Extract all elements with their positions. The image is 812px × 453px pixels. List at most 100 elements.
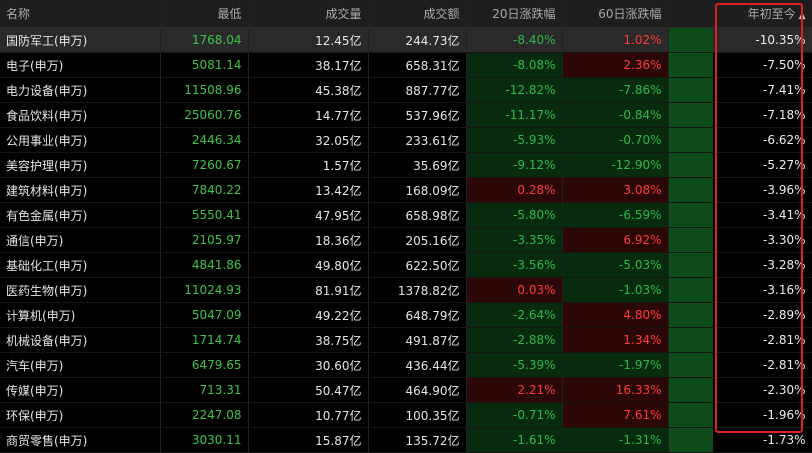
row-turnover: 135.72亿 [368, 427, 467, 453]
row-chg60: -0.84% [562, 102, 669, 128]
row-volume: 49.22亿 [248, 302, 369, 328]
column-header-chg20[interactable]: 20日涨跌幅 [466, 0, 563, 28]
row-ytd: -7.18% [713, 102, 812, 128]
row-name: 电子(申万) [0, 52, 161, 78]
row-name: 环保(申万) [0, 402, 161, 428]
row-turnover: 537.96亿 [368, 102, 467, 128]
row-low: 25060.76 [160, 102, 249, 128]
table-row[interactable]: 国防军工(申万) 1768.04 12.45亿 244.73亿 -8.40% 1.02% -… [0, 27, 812, 53]
row-volume: 12.45亿 [248, 27, 369, 53]
row-chg20: -3.56% [466, 252, 563, 278]
row-turnover: 622.50亿 [368, 252, 467, 278]
row-ytd: -2.81% [713, 327, 812, 353]
row-chg20: -0.71% [466, 402, 563, 428]
table-row[interactable]: 机械设备(申万) 1714.74 38.75亿 491.87亿 -2.88% 1.34% -… [0, 327, 812, 353]
row-spacer [668, 177, 713, 203]
row-volume: 18.36亿 [248, 227, 369, 253]
row-turnover: 491.87亿 [368, 327, 467, 353]
row-low: 5550.41 [160, 202, 249, 228]
row-chg60: -5.03% [562, 252, 669, 278]
row-volume: 50.47亿 [248, 377, 369, 403]
row-low: 713.31 [160, 377, 249, 403]
row-turnover: 887.77亿 [368, 77, 467, 103]
row-chg20: -5.93% [466, 127, 563, 153]
table-row[interactable]: 医药生物(申万) 11024.93 81.91亿 1378.82亿 0.03% -1.03… [0, 277, 812, 303]
row-turnover: 1378.82亿 [368, 277, 467, 303]
row-low: 3030.11 [160, 427, 249, 453]
table-row[interactable]: 有色金属(申万) 5550.41 47.95亿 658.98亿 -5.80% -6.59%… [0, 202, 812, 228]
row-chg20: -9.12% [466, 152, 563, 178]
row-name: 机械设备(申万) [0, 327, 161, 353]
row-name: 医药生物(申万) [0, 277, 161, 303]
table-row[interactable]: 传媒(申万) 713.31 50.47亿 464.90亿 2.21% 16.33% -2.3… [0, 377, 812, 403]
table-row[interactable]: 计算机(申万) 5047.09 49.22亿 648.79亿 -2.64% 4.80% -2… [0, 302, 812, 328]
row-spacer [668, 52, 713, 78]
row-volume: 45.38亿 [248, 77, 369, 103]
row-volume: 32.05亿 [248, 127, 369, 153]
row-low: 6479.65 [160, 352, 249, 378]
quote-table: 名称 最低 成交量 成交额 20日涨跌幅 60日涨跌幅 年初至今 ▲ 国防军工(申… [0, 0, 812, 453]
row-spacer [668, 227, 713, 253]
row-chg60: 2.36% [562, 52, 669, 78]
row-ytd: -6.62% [713, 127, 812, 153]
row-spacer [668, 352, 713, 378]
table-row[interactable]: 电力设备(申万) 11508.96 45.38亿 887.77亿 -12.82% -7.8… [0, 77, 812, 103]
row-low: 11024.93 [160, 277, 249, 303]
row-chg20: -2.88% [466, 327, 563, 353]
row-low: 7840.22 [160, 177, 249, 203]
row-ytd: -7.50% [713, 52, 812, 78]
row-chg20: -5.39% [466, 352, 563, 378]
row-name: 公用事业(申万) [0, 127, 161, 153]
column-header-low[interactable]: 最低 [160, 0, 249, 28]
table-row[interactable]: 美容护理(申万) 7260.67 1.57亿 35.69亿 -9.12% -12.90% -… [0, 152, 812, 178]
row-name: 汽车(申万) [0, 352, 161, 378]
column-header-turnover[interactable]: 成交额 [368, 0, 467, 28]
row-turnover: 205.16亿 [368, 227, 467, 253]
row-name: 基础化工(申万) [0, 252, 161, 278]
row-turnover: 658.31亿 [368, 52, 467, 78]
row-low: 2105.97 [160, 227, 249, 253]
table-row[interactable]: 食品饮料(申万) 25060.76 14.77亿 537.96亿 -11.17% -0.8… [0, 102, 812, 128]
row-low: 2247.08 [160, 402, 249, 428]
row-ytd: -3.16% [713, 277, 812, 303]
row-volume: 49.80亿 [248, 252, 369, 278]
table-row[interactable]: 公用事业(申万) 2446.34 32.05亿 233.61亿 -5.93% -0.70%… [0, 127, 812, 153]
table-row[interactable]: 商贸零售(申万) 3030.11 15.87亿 135.72亿 -1.61% -1.31%… [0, 427, 812, 453]
column-header-volume[interactable]: 成交量 [248, 0, 369, 28]
table-row[interactable]: 环保(申万) 2247.08 10.77亿 100.35亿 -0.71% 7.61% -1.… [0, 402, 812, 428]
column-header-chg60[interactable]: 60日涨跌幅 [562, 0, 669, 28]
table-row[interactable]: 建筑材料(申万) 7840.22 13.42亿 168.09亿 0.28% 3.08% -3… [0, 177, 812, 203]
row-low: 5081.14 [160, 52, 249, 78]
row-turnover: 168.09亿 [368, 177, 467, 203]
row-chg60: 1.02% [562, 27, 669, 53]
column-header-ytd[interactable]: 年初至今 ▲ [713, 0, 812, 28]
table-row[interactable]: 基础化工(申万) 4841.86 49.80亿 622.50亿 -3.56% -5.03%… [0, 252, 812, 278]
row-low: 5047.09 [160, 302, 249, 328]
table-row[interactable]: 通信(申万) 2105.97 18.36亿 205.16亿 -3.35% 6.92% -3.… [0, 227, 812, 253]
row-chg20: -12.82% [466, 77, 563, 103]
row-name: 建筑材料(申万) [0, 177, 161, 203]
row-chg60: 7.61% [562, 402, 669, 428]
row-name: 通信(申万) [0, 227, 161, 253]
row-ytd: -2.81% [713, 352, 812, 378]
row-volume: 38.75亿 [248, 327, 369, 353]
row-name: 美容护理(申万) [0, 152, 161, 178]
row-name: 食品饮料(申万) [0, 102, 161, 128]
row-volume: 13.42亿 [248, 177, 369, 203]
table-row[interactable]: 汽车(申万) 6479.65 30.60亿 436.44亿 -5.39% -1.97% -2… [0, 352, 812, 378]
row-volume: 81.91亿 [248, 277, 369, 303]
row-chg20: -2.64% [466, 302, 563, 328]
row-spacer [668, 77, 713, 103]
row-low: 7260.67 [160, 152, 249, 178]
row-chg60: -1.31% [562, 427, 669, 453]
row-spacer [668, 152, 713, 178]
row-ytd: -3.41% [713, 202, 812, 228]
row-spacer [668, 202, 713, 228]
row-volume: 1.57亿 [248, 152, 369, 178]
table-row[interactable]: 电子(申万) 5081.14 38.17亿 658.31亿 -8.08% 2.36% -7.… [0, 52, 812, 78]
row-chg60: -0.70% [562, 127, 669, 153]
row-volume: 10.77亿 [248, 402, 369, 428]
column-header-name[interactable]: 名称 [0, 0, 161, 28]
row-low: 11508.96 [160, 77, 249, 103]
row-turnover: 100.35亿 [368, 402, 467, 428]
